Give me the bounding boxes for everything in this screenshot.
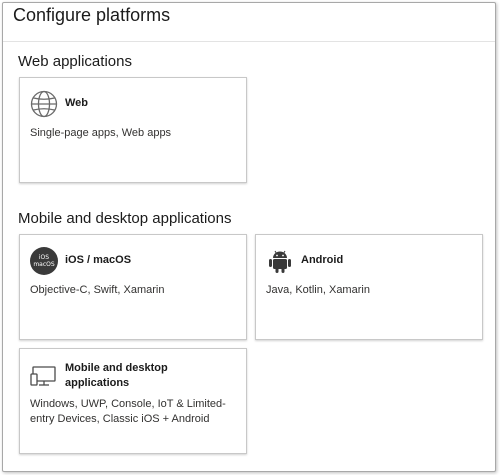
section-title-web: Web applications xyxy=(18,53,132,70)
globe-icon xyxy=(30,90,58,118)
android-card-title: Android xyxy=(301,254,344,266)
desktop-card-title: Mobile and desktop applications xyxy=(65,362,168,389)
android-card-description: Java, Kotlin, Xamarin xyxy=(266,284,370,296)
ios-card-description: Objective-C, Swift, Xamarin xyxy=(30,284,165,296)
ios-badge-line2: macOS xyxy=(33,261,55,268)
configure-platforms-panel: Configure platforms Web applications Web… xyxy=(2,2,496,472)
panel-title: Configure platforms xyxy=(13,5,171,25)
android-icon xyxy=(266,247,294,275)
desktop-card-description: Windows, UWP, Console, IoT & Limited-ent… xyxy=(30,398,226,425)
web-platform-card[interactable]: Web Single-page apps, Web apps xyxy=(19,77,247,183)
desktop-platform-card[interactable]: Mobile and desktop applications Windows,… xyxy=(19,348,247,454)
desktop-icon xyxy=(30,361,58,389)
panel-header: Configure platforms xyxy=(3,3,495,42)
section-title-mobile: Mobile and desktop applications xyxy=(18,210,232,227)
ios-macos-icon: iOS macOS xyxy=(30,247,58,275)
ios-card-title: iOS / macOS xyxy=(65,254,132,266)
web-card-title: Web xyxy=(65,97,89,109)
ios-platform-card[interactable]: iOS macOS iOS / macOS Objective-C, Swift… xyxy=(19,234,247,340)
android-platform-card[interactable]: Android Java, Kotlin, Xamarin xyxy=(255,234,483,340)
web-card-description: Single-page apps, Web apps xyxy=(30,127,172,139)
ios-badge-line1: iOS xyxy=(38,254,50,261)
